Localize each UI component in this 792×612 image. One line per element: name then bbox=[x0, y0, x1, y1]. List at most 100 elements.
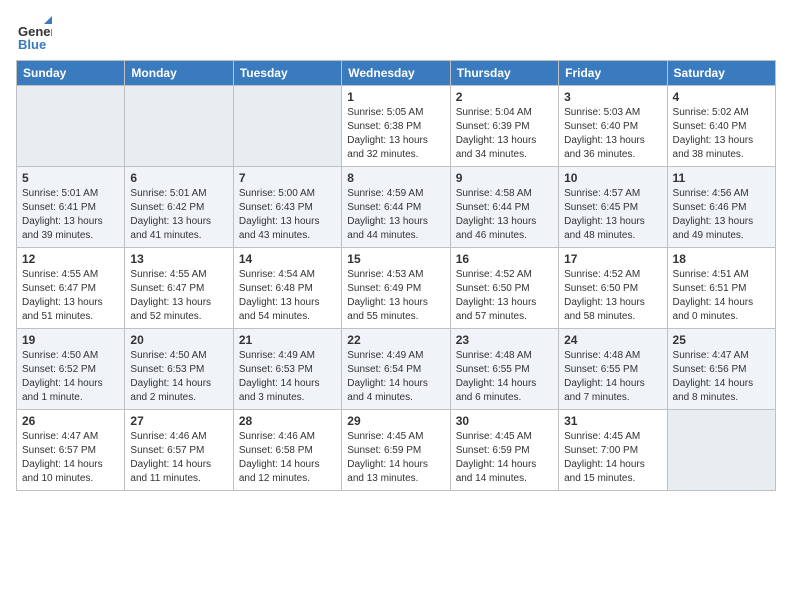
day-detail: Sunrise: 4:47 AM Sunset: 6:57 PM Dayligh… bbox=[22, 430, 119, 486]
day-number: 8 bbox=[347, 171, 444, 185]
calendar-cell: 13 Sunrise: 4:55 AM Sunset: 6:47 PM Dayli… bbox=[125, 248, 233, 329]
day-header-thursday: Thursday bbox=[450, 61, 558, 86]
calendar-cell bbox=[125, 86, 233, 167]
calendar-cell: 5Sunrise: 5:01 AM Sunset: 6:41 PM Daylig… bbox=[17, 167, 125, 248]
day-detail: Sunrise: 4:45 AM Sunset: 6:59 PM Dayligh… bbox=[347, 430, 444, 486]
calendar-body: 1 Sunrise: 5:05 AM Sunset: 6:38 PM Daylig… bbox=[17, 86, 776, 491]
calendar-cell bbox=[233, 86, 341, 167]
day-number: 18 bbox=[673, 252, 770, 266]
calendar-cell: 26 Sunrise: 4:47 AM Sunset: 6:57 PM Dayli… bbox=[17, 410, 125, 491]
calendar-cell: 12 Sunrise: 4:55 AM Sunset: 6:47 PM Dayli… bbox=[17, 248, 125, 329]
calendar-cell: 17 Sunrise: 4:52 AM Sunset: 6:50 PM Dayli… bbox=[559, 248, 667, 329]
day-detail: Sunrise: 4:47 AM Sunset: 6:56 PM Dayligh… bbox=[673, 349, 770, 405]
calendar-cell: 6 Sunrise: 5:01 AM Sunset: 6:42 PM Daylig… bbox=[125, 167, 233, 248]
day-number: 20 bbox=[130, 333, 227, 347]
day-detail: Sunrise: 4:48 AM Sunset: 6:55 PM Dayligh… bbox=[456, 349, 553, 405]
day-detail: Sunrise: 4:50 AM Sunset: 6:53 PM Dayligh… bbox=[130, 349, 227, 405]
day-number: 27 bbox=[130, 414, 227, 428]
logo-icon: General Blue bbox=[16, 16, 52, 52]
day-number: 12 bbox=[22, 252, 119, 266]
calendar-header-row: SundayMondayTuesdayWednesdayThursdayFrid… bbox=[17, 61, 776, 86]
calendar-cell bbox=[17, 86, 125, 167]
day-detail: Sunrise: 5:05 AM Sunset: 6:38 PM Dayligh… bbox=[347, 106, 444, 162]
calendar-cell: 10 Sunrise: 4:57 AM Sunset: 6:45 PM Dayli… bbox=[559, 167, 667, 248]
day-detail: Sunrise: 4:59 AM Sunset: 6:44 PM Dayligh… bbox=[347, 187, 444, 243]
day-detail: Sunrise: 4:45 AM Sunset: 7:00 PM Dayligh… bbox=[564, 430, 661, 486]
calendar-cell: 24 Sunrise: 4:48 AM Sunset: 6:55 PM Dayli… bbox=[559, 329, 667, 410]
day-number: 11 bbox=[673, 171, 770, 185]
day-number: 3 bbox=[564, 90, 661, 104]
day-number: 17 bbox=[564, 252, 661, 266]
day-number: 6 bbox=[130, 171, 227, 185]
calendar-cell: 20 Sunrise: 4:50 AM Sunset: 6:53 PM Dayli… bbox=[125, 329, 233, 410]
calendar-cell: 30 Sunrise: 4:45 AM Sunset: 6:59 PM Dayli… bbox=[450, 410, 558, 491]
day-detail: Sunrise: 4:52 AM Sunset: 6:50 PM Dayligh… bbox=[456, 268, 553, 324]
day-number: 29 bbox=[347, 414, 444, 428]
calendar-cell: 4Sunrise: 5:02 AM Sunset: 6:40 PM Daylig… bbox=[667, 86, 775, 167]
calendar-cell: 1 Sunrise: 5:05 AM Sunset: 6:38 PM Daylig… bbox=[342, 86, 450, 167]
day-detail: Sunrise: 4:48 AM Sunset: 6:55 PM Dayligh… bbox=[564, 349, 661, 405]
day-number: 23 bbox=[456, 333, 553, 347]
svg-text:Blue: Blue bbox=[18, 37, 46, 52]
day-number: 13 bbox=[130, 252, 227, 266]
day-number: 5 bbox=[22, 171, 119, 185]
day-number: 7 bbox=[239, 171, 336, 185]
week-row-1: 1 Sunrise: 5:05 AM Sunset: 6:38 PM Daylig… bbox=[17, 86, 776, 167]
calendar-cell: 29 Sunrise: 4:45 AM Sunset: 6:59 PM Dayli… bbox=[342, 410, 450, 491]
calendar-cell: 25Sunrise: 4:47 AM Sunset: 6:56 PM Dayli… bbox=[667, 329, 775, 410]
day-detail: Sunrise: 4:54 AM Sunset: 6:48 PM Dayligh… bbox=[239, 268, 336, 324]
day-number: 21 bbox=[239, 333, 336, 347]
day-detail: Sunrise: 5:04 AM Sunset: 6:39 PM Dayligh… bbox=[456, 106, 553, 162]
calendar-cell: 23 Sunrise: 4:48 AM Sunset: 6:55 PM Dayli… bbox=[450, 329, 558, 410]
day-number: 14 bbox=[239, 252, 336, 266]
day-detail: Sunrise: 4:55 AM Sunset: 6:47 PM Dayligh… bbox=[22, 268, 119, 324]
week-row-3: 12 Sunrise: 4:55 AM Sunset: 6:47 PM Dayli… bbox=[17, 248, 776, 329]
calendar-cell: 2 Sunrise: 5:04 AM Sunset: 6:39 PM Daylig… bbox=[450, 86, 558, 167]
calendar-table: SundayMondayTuesdayWednesdayThursdayFrid… bbox=[16, 60, 776, 491]
day-detail: Sunrise: 5:00 AM Sunset: 6:43 PM Dayligh… bbox=[239, 187, 336, 243]
day-number: 28 bbox=[239, 414, 336, 428]
calendar-cell bbox=[667, 410, 775, 491]
week-row-2: 5Sunrise: 5:01 AM Sunset: 6:41 PM Daylig… bbox=[17, 167, 776, 248]
page-header: General Blue bbox=[16, 16, 776, 52]
day-detail: Sunrise: 4:49 AM Sunset: 6:53 PM Dayligh… bbox=[239, 349, 336, 405]
day-number: 31 bbox=[564, 414, 661, 428]
logo: General Blue bbox=[16, 16, 56, 52]
day-number: 26 bbox=[22, 414, 119, 428]
day-number: 1 bbox=[347, 90, 444, 104]
day-detail: Sunrise: 4:55 AM Sunset: 6:47 PM Dayligh… bbox=[130, 268, 227, 324]
day-detail: Sunrise: 4:46 AM Sunset: 6:57 PM Dayligh… bbox=[130, 430, 227, 486]
day-header-sunday: Sunday bbox=[17, 61, 125, 86]
day-header-monday: Monday bbox=[125, 61, 233, 86]
day-number: 10 bbox=[564, 171, 661, 185]
week-row-5: 26 Sunrise: 4:47 AM Sunset: 6:57 PM Dayli… bbox=[17, 410, 776, 491]
calendar-cell: 7 Sunrise: 5:00 AM Sunset: 6:43 PM Daylig… bbox=[233, 167, 341, 248]
day-number: 30 bbox=[456, 414, 553, 428]
day-detail: Sunrise: 4:45 AM Sunset: 6:59 PM Dayligh… bbox=[456, 430, 553, 486]
day-detail: Sunrise: 5:01 AM Sunset: 6:42 PM Dayligh… bbox=[130, 187, 227, 243]
week-row-4: 19 Sunrise: 4:50 AM Sunset: 6:52 PM Dayli… bbox=[17, 329, 776, 410]
day-number: 2 bbox=[456, 90, 553, 104]
day-number: 22 bbox=[347, 333, 444, 347]
day-header-friday: Friday bbox=[559, 61, 667, 86]
calendar-cell: 31 Sunrise: 4:45 AM Sunset: 7:00 PM Dayli… bbox=[559, 410, 667, 491]
day-detail: Sunrise: 4:51 AM Sunset: 6:51 PM Dayligh… bbox=[673, 268, 770, 324]
day-header-wednesday: Wednesday bbox=[342, 61, 450, 86]
day-detail: Sunrise: 5:02 AM Sunset: 6:40 PM Dayligh… bbox=[673, 106, 770, 162]
day-header-saturday: Saturday bbox=[667, 61, 775, 86]
calendar-cell: 21 Sunrise: 4:49 AM Sunset: 6:53 PM Dayli… bbox=[233, 329, 341, 410]
day-number: 24 bbox=[564, 333, 661, 347]
calendar-cell: 8 Sunrise: 4:59 AM Sunset: 6:44 PM Daylig… bbox=[342, 167, 450, 248]
day-header-tuesday: Tuesday bbox=[233, 61, 341, 86]
calendar-cell: 11 Sunrise: 4:56 AM Sunset: 6:46 PM Dayli… bbox=[667, 167, 775, 248]
day-detail: Sunrise: 5:03 AM Sunset: 6:40 PM Dayligh… bbox=[564, 106, 661, 162]
calendar-cell: 27 Sunrise: 4:46 AM Sunset: 6:57 PM Dayli… bbox=[125, 410, 233, 491]
day-detail: Sunrise: 4:46 AM Sunset: 6:58 PM Dayligh… bbox=[239, 430, 336, 486]
day-detail: Sunrise: 4:50 AM Sunset: 6:52 PM Dayligh… bbox=[22, 349, 119, 405]
calendar-cell: 3 Sunrise: 5:03 AM Sunset: 6:40 PM Daylig… bbox=[559, 86, 667, 167]
day-detail: Sunrise: 4:57 AM Sunset: 6:45 PM Dayligh… bbox=[564, 187, 661, 243]
calendar-cell: 18 Sunrise: 4:51 AM Sunset: 6:51 PM Dayli… bbox=[667, 248, 775, 329]
day-number: 19 bbox=[22, 333, 119, 347]
day-detail: Sunrise: 4:52 AM Sunset: 6:50 PM Dayligh… bbox=[564, 268, 661, 324]
day-detail: Sunrise: 4:56 AM Sunset: 6:46 PM Dayligh… bbox=[673, 187, 770, 243]
